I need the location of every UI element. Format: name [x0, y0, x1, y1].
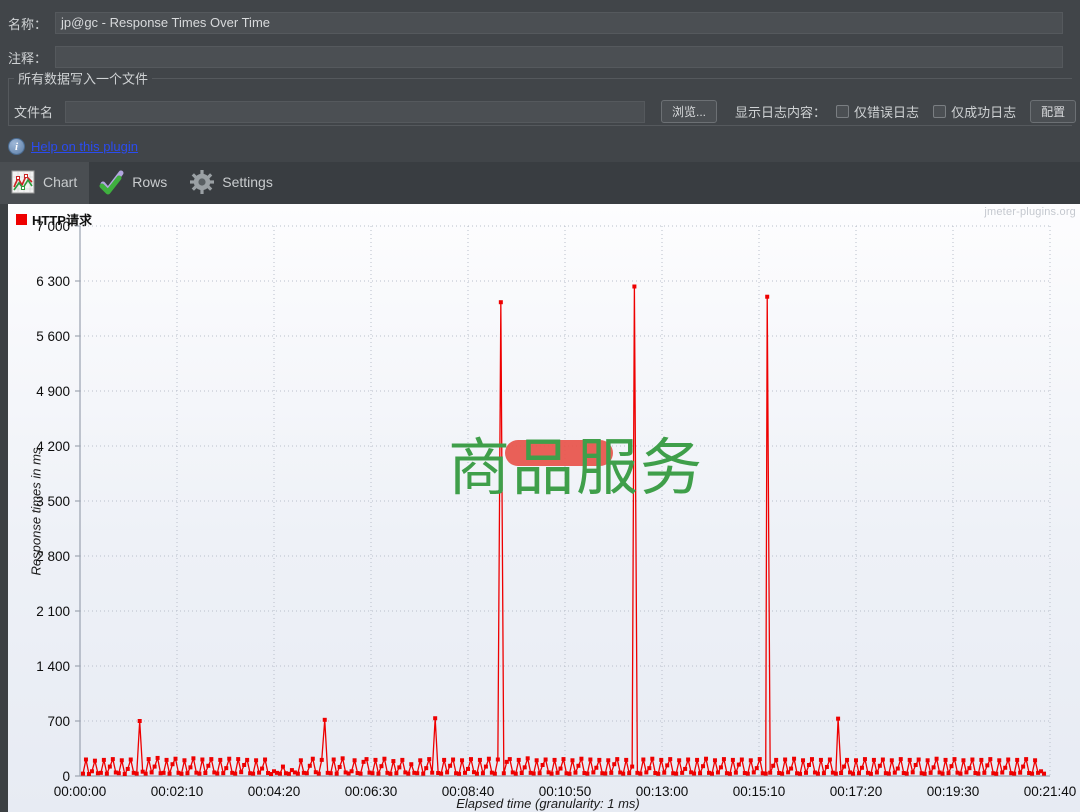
svg-text:5 600: 5 600: [36, 329, 70, 344]
svg-text:2 100: 2 100: [36, 604, 70, 619]
comment-label: 注释：: [8, 50, 48, 66]
comment-input[interactable]: [55, 46, 1064, 68]
browse-button[interactable]: 浏览...: [661, 100, 718, 123]
comment-row: 注释：: [8, 46, 1072, 68]
errors-only-checkbox[interactable]: 仅错误日志: [836, 102, 919, 121]
errors-only-label: 仅错误日志: [854, 105, 920, 120]
gear-icon: [189, 169, 215, 195]
listener-config-form: 名称： jp@gc - Response Times Over Time 注释：…: [0, 0, 1080, 160]
annotation-text: 商品服务: [448, 434, 705, 503]
y-axis-title: Response times in ms: [28, 447, 44, 576]
success-only-checkbox[interactable]: 仅成功日志: [933, 102, 1016, 121]
svg-text:6 300: 6 300: [36, 274, 70, 289]
name-input[interactable]: jp@gc - Response Times Over Time: [55, 12, 1064, 34]
log-display-label: 显示日志内容：: [735, 105, 827, 120]
tab-chart[interactable]: Chart: [0, 162, 90, 204]
tab-rows[interactable]: Rows: [89, 162, 179, 204]
tab-bar: Chart Rows Settings: [0, 162, 1080, 204]
configure-button[interactable]: 配置: [1030, 100, 1077, 123]
response-times-plot: 07001 4002 1002 8003 5004 2004 9005 6006…: [36, 219, 1076, 799]
filename-label: 文件名: [14, 105, 54, 120]
checkmark-icon: [99, 169, 125, 195]
filename-row: 文件名 浏览... 显示日志内容： 仅错误日志 仅成功日志 配置: [14, 100, 1077, 123]
tab-settings[interactable]: Settings: [179, 162, 285, 204]
tab-chart-label: Chart: [43, 174, 78, 190]
svg-text:700: 700: [47, 714, 70, 729]
name-row: 名称： jp@gc - Response Times Over Time: [8, 12, 1072, 34]
svg-text:0: 0: [62, 769, 70, 784]
help-on-this-plugin-link[interactable]: Help on this plugin: [31, 139, 138, 154]
name-label: 名称：: [8, 16, 48, 32]
chart-icon: [10, 169, 36, 195]
errors-only-checkbox-box[interactable]: [836, 105, 850, 118]
tab-rows-label: Rows: [132, 174, 168, 190]
info-icon: i: [8, 138, 25, 155]
tab-settings-label: Settings: [222, 174, 273, 190]
chart-panel: HTTP请求 jmeter-plugins.org 0 700 1 400 2 100…: [0, 204, 1080, 812]
jmeter-window: 名称： jp@gc - Response Times Over Time 注释：…: [0, 0, 1080, 812]
svg-text:1 400: 1 400: [36, 659, 70, 674]
svg-text:4 900: 4 900: [36, 384, 70, 399]
svg-text:7 000: 7 000: [36, 219, 70, 234]
filename-input[interactable]: [65, 100, 646, 123]
write-to-file-group-title: 所有数据写入一个文件: [14, 68, 153, 88]
success-only-checkbox-box[interactable]: [933, 105, 947, 118]
help-row[interactable]: i Help on this plugin: [8, 138, 138, 155]
x-axis-title: Elapsed time (granularity: 1 ms): [456, 796, 640, 811]
success-only-label: 仅成功日志: [951, 105, 1017, 120]
